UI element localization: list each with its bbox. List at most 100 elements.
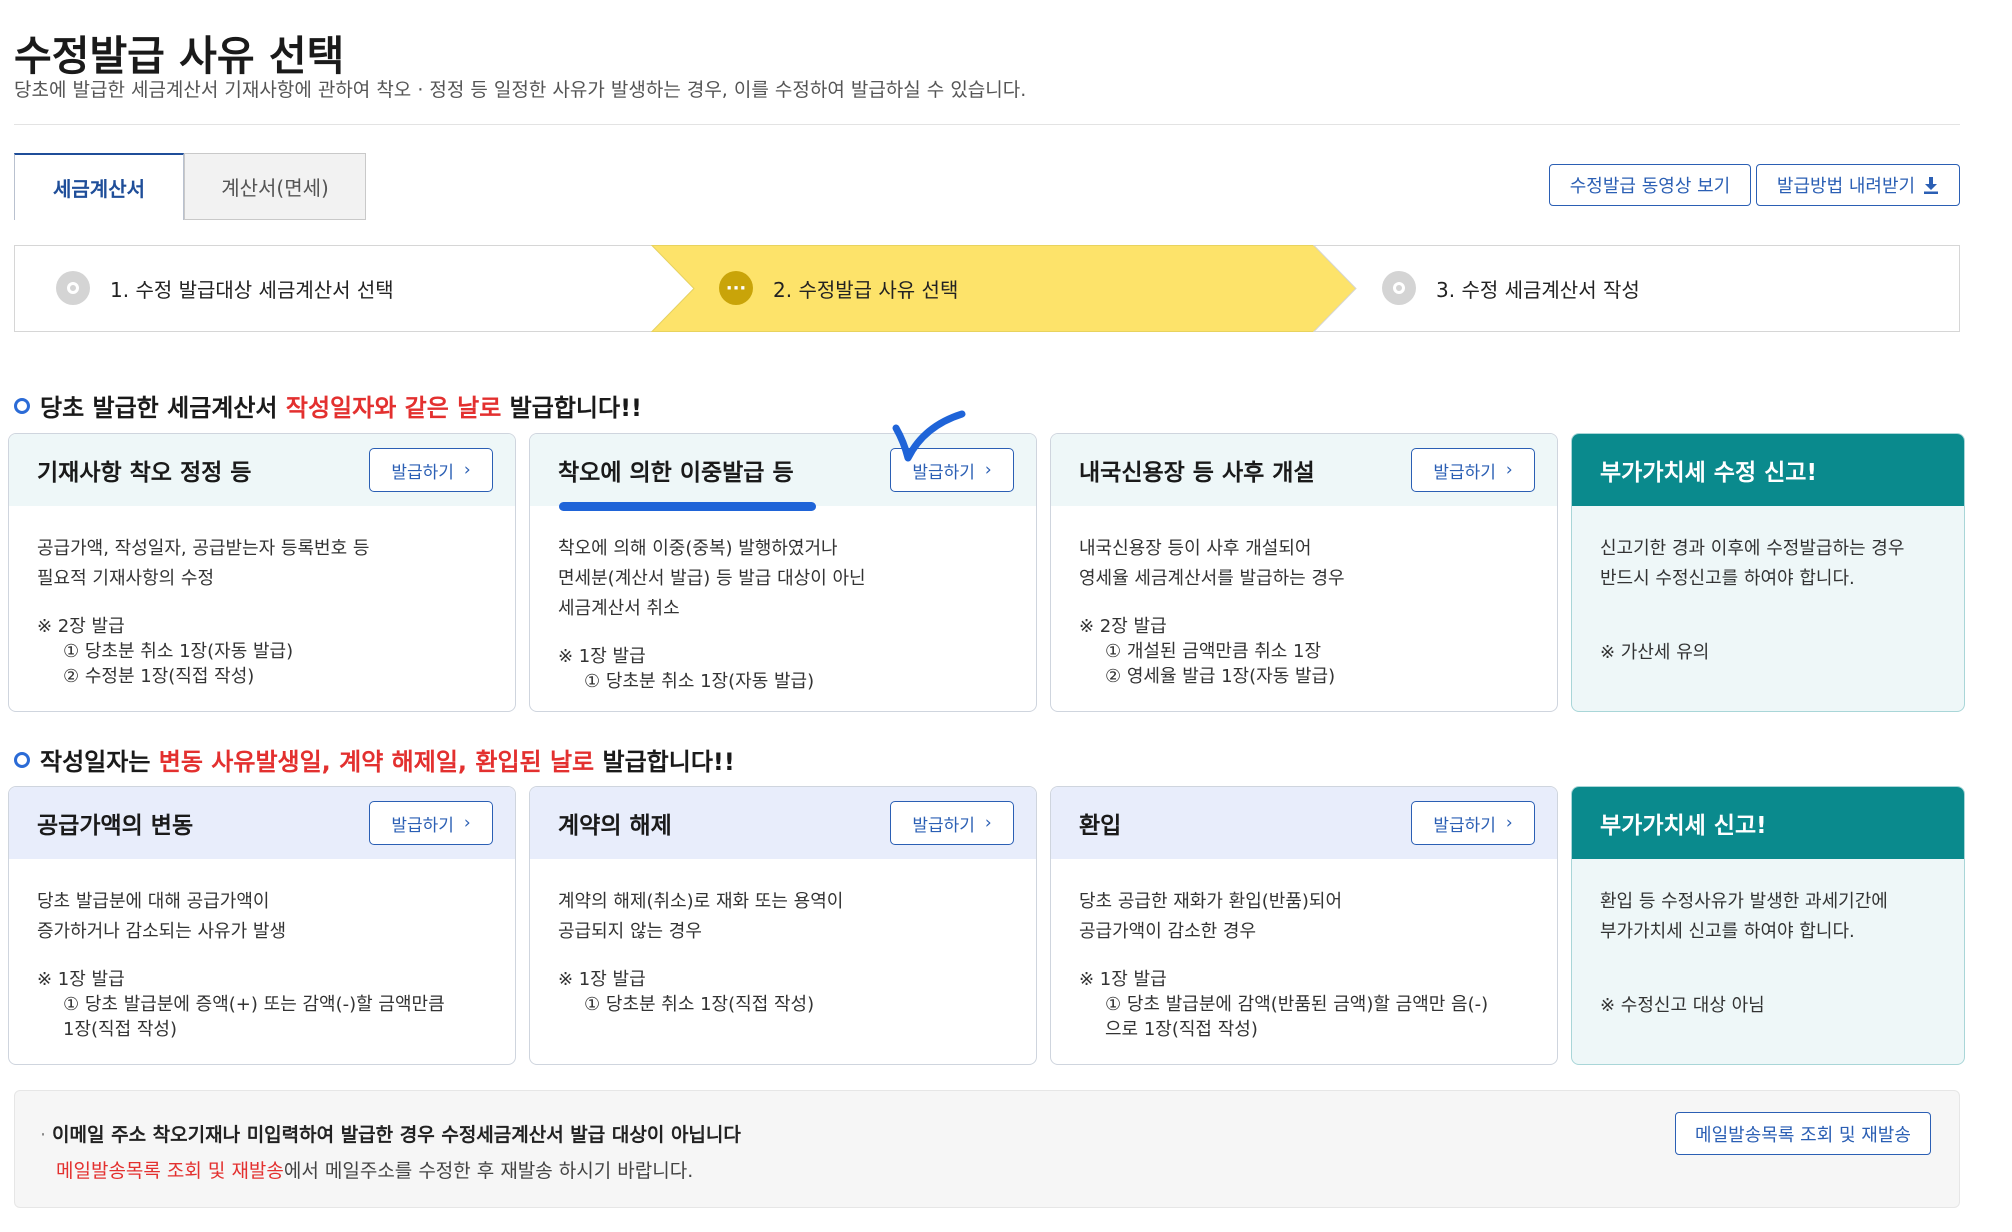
section-title-same-date: 당초 발급한 세금계산서 작성일자와 같은 날로 발급합니다!!: [14, 388, 642, 423]
card-correction-error: 기재사항 착오 정정 등 발급하기 › 공급가액, 작성일자, 공급받는자 등록번…: [8, 433, 516, 712]
card-body-line: 신고기한 경과 이후에 수정발급하는 경우: [1600, 538, 1905, 559]
divider: [14, 124, 1960, 125]
chevron-right-icon: ›: [984, 460, 992, 480]
card-body-line: 착오에 의해 이중(중복) 발행하였거나: [558, 538, 838, 559]
section2-suffix: 발급합니다!!: [594, 748, 735, 776]
page-title: 수정발급 사유 선택: [14, 32, 345, 80]
chevron-right-icon: ›: [1505, 460, 1513, 480]
card-return: 환입 발급하기 › 당초 공급한 재화가 환입(반품)되어 공급가액이 감소한 경…: [1050, 786, 1558, 1065]
card-note-title: ※ 2장 발급: [37, 616, 125, 637]
card-body-line: 증가하거나 감소되는 사유가 발생: [37, 921, 287, 942]
card-note-title: ※ 1장 발급: [558, 646, 646, 667]
step-indicator: 1. 수정 발급대상 세금계산서 선택 ··· 2. 수정발급 사유 선택 3.…: [14, 245, 1960, 332]
step-2: ··· 2. 수정발급 사유 선택: [719, 271, 958, 305]
card-note-title: ※ 1장 발급: [1079, 969, 1167, 990]
card-title: 기재사항 착오 정정 등: [37, 460, 252, 486]
card-note-line: ① 당초 발급분에 감액(반품된 금액)할 금액만 음(-): [1105, 994, 1489, 1015]
card-note-title: ※ 1장 발급: [558, 969, 646, 990]
section1-highlight: 작성일자와 같은 날로: [285, 394, 502, 422]
card-warning: ※ 가산세 유의: [1600, 642, 1710, 663]
card-note-title: ※ 2장 발급: [1079, 616, 1167, 637]
tab-invoice-tax-exempt[interactable]: 계산서(면세): [184, 153, 366, 220]
card-body-line: 부가가치세 신고를 하여야 합니다.: [1600, 921, 1855, 942]
circle-bullet-icon: [14, 397, 30, 414]
tab-tax-invoice[interactable]: 세금계산서: [14, 153, 184, 220]
step-3-label: 3. 수정 세금계산서 작성: [1436, 277, 1640, 302]
more-dots-icon: ···: [719, 271, 753, 305]
card-title: 부가가치세 신고!: [1600, 813, 1767, 839]
card-warning: ※ 수정신고 대상 아님: [1600, 995, 1765, 1016]
issue-button-label: 발급하기: [1433, 462, 1496, 483]
section-title-event-date: 작성일자는 변동 사유발생일, 계약 해제일, 환입된 날로 발급합니다!!: [14, 742, 735, 777]
card-body-line: 환입 등 수정사유가 발생한 과세기간에: [1600, 891, 1888, 912]
card-body-line: 영세율 세금계산서를 발급하는 경우: [1079, 568, 1345, 589]
card-body-line: 당초 공급한 재화가 환입(반품)되어: [1079, 891, 1343, 912]
card-note-line: ① 당초분 취소 1장(자동 발급): [584, 671, 815, 692]
step-1-label: 1. 수정 발급대상 세금계산서 선택: [110, 277, 394, 302]
card-vat-amend-notice: 부가가치세 수정 신고! 신고기한 경과 이후에 수정발급하는 경우 반드시 수…: [1571, 433, 1965, 712]
card-body-line: 공급되지 않는 경우: [558, 921, 702, 942]
card-note-line: 1장(직접 작성): [63, 1019, 178, 1040]
issue-button-label: 발급하기: [391, 815, 454, 836]
issue-button[interactable]: 발급하기 ›: [369, 448, 493, 492]
card-body-line: 공급가액이 감소한 경우: [1079, 921, 1257, 942]
step-2-label: 2. 수정발급 사유 선택: [773, 277, 959, 302]
issue-button-label: 발급하기: [912, 815, 975, 836]
notice-main: · 이메일 주소 착오기재나 미입력하여 발급한 경우 수정세금계산서 발급 대상…: [40, 1120, 741, 1147]
card-note-line: ② 수정분 1장(직접 작성): [63, 666, 255, 687]
tab-baseline: [366, 219, 1960, 220]
card-note-line: 으로 1장(직접 작성): [1105, 1019, 1258, 1040]
card-vat-report: 부가가치세 신고! 환입 등 수정사유가 발생한 과세기간에 부가가치세 신고를…: [1571, 786, 1965, 1065]
mail-list-link[interactable]: 메일발송목록 조회 및 재발송: [56, 1160, 284, 1182]
issue-button[interactable]: 발급하기 ›: [1411, 448, 1535, 492]
card-duplicate-issue: 착오에 의한 이중발급 등 발급하기 › 착오에 의해 이중(중복) 발행하였거나…: [529, 433, 1037, 712]
download-guide-button[interactable]: 발급방법 내려받기: [1756, 164, 1960, 206]
card-body-line: 공급가액, 작성일자, 공급받는자 등록번호 등: [37, 538, 370, 559]
mail-resend-button[interactable]: 메일발송목록 조회 및 재발송: [1675, 1112, 1931, 1155]
card-note-line: ① 개설된 금액만큼 취소 1장: [1105, 641, 1322, 662]
notice-sub-text: 에서 메일주소를 수정한 후 재발송 하시기 바랍니다.: [283, 1160, 694, 1182]
card-body-line: 필요적 기재사항의 수정: [37, 568, 215, 589]
card-note-line: ① 당초 발급분에 증액(+) 또는 감액(-)할 금액만큼: [63, 994, 445, 1015]
card-contract-cancel: 계약의 해제 발급하기 › 계약의 해제(취소)로 재화 또는 용역이 공급되지 …: [529, 786, 1037, 1065]
card-body-line: 세금계산서 취소: [558, 598, 680, 619]
card-local-lc: 내국신용장 등 사후 개설 발급하기 › 내국신용장 등이 사후 개설되어 영세율…: [1050, 433, 1558, 712]
chevron-right-icon: ›: [984, 813, 992, 833]
step-done-icon: [56, 271, 90, 305]
card-note-line: ① 당초분 취소 1장(자동 발급): [63, 641, 294, 662]
card-body-line: 반드시 수정신고를 하여야 합니다.: [1600, 568, 1855, 589]
step-pending-icon: [1382, 271, 1416, 305]
card-title: 착오에 의한 이중발급 등: [558, 460, 794, 486]
section1-prefix: 당초 발급한 세금계산서: [40, 394, 286, 422]
notice-main-text: 이메일 주소 착오기재나 미입력하여 발급한 경우 수정세금계산서 발급 대상이…: [52, 1124, 741, 1146]
issue-button-label: 발급하기: [391, 462, 454, 483]
card-body-line: 당초 발급분에 대해 공급가액이: [37, 891, 270, 912]
download-icon: [1924, 177, 1939, 194]
issue-button[interactable]: 발급하기 ›: [369, 801, 493, 845]
underline-annotation: [559, 502, 816, 511]
card-title: 공급가액의 변동: [37, 813, 194, 839]
watch-video-button[interactable]: 수정발급 동영상 보기: [1549, 164, 1751, 206]
chevron-right-icon: ›: [463, 460, 471, 480]
card-body-line: 내국신용장 등이 사후 개설되어: [1079, 538, 1312, 559]
notice-sub: 메일발송목록 조회 및 재발송에서 메일주소를 수정한 후 재발송 하시기 바랍…: [56, 1156, 693, 1183]
section2-highlight: 변동 사유발생일, 계약 해제일, 환입된 날로: [158, 748, 595, 776]
step-3: 3. 수정 세금계산서 작성: [1382, 271, 1640, 305]
download-guide-label: 발급방법 내려받기: [1776, 176, 1916, 197]
card-title: 부가가치세 수정 신고!: [1600, 460, 1817, 486]
notice-box: [14, 1090, 1960, 1208]
page-description: 당초에 발급한 세금계산서 기재사항에 관하여 착오 · 정정 등 일정한 사유…: [14, 79, 1027, 101]
issue-button-label: 발급하기: [1433, 815, 1496, 836]
mail-resend-label: 메일발송목록 조회 및 재발송: [1695, 1124, 1911, 1146]
card-note-line: ② 영세율 발급 1장(자동 발급): [1105, 666, 1336, 687]
card-supply-change: 공급가액의 변동 발급하기 › 당초 발급분에 대해 공급가액이 증가하거나 감소…: [8, 786, 516, 1065]
card-note-line: ① 당초분 취소 1장(직접 작성): [584, 994, 815, 1015]
notice-bullet: ·: [40, 1124, 47, 1146]
card-title: 내국신용장 등 사후 개설: [1079, 460, 1315, 486]
card-body-line: 계약의 해제(취소)로 재화 또는 용역이: [558, 891, 844, 912]
card-body-line: 면세분(계산서 발급) 등 발급 대상이 아닌: [558, 568, 866, 589]
issue-button[interactable]: 발급하기 ›: [890, 801, 1014, 845]
section1-suffix: 발급합니다!!: [501, 394, 642, 422]
card-note-title: ※ 1장 발급: [37, 969, 125, 990]
issue-button[interactable]: 발급하기 ›: [1411, 801, 1535, 845]
